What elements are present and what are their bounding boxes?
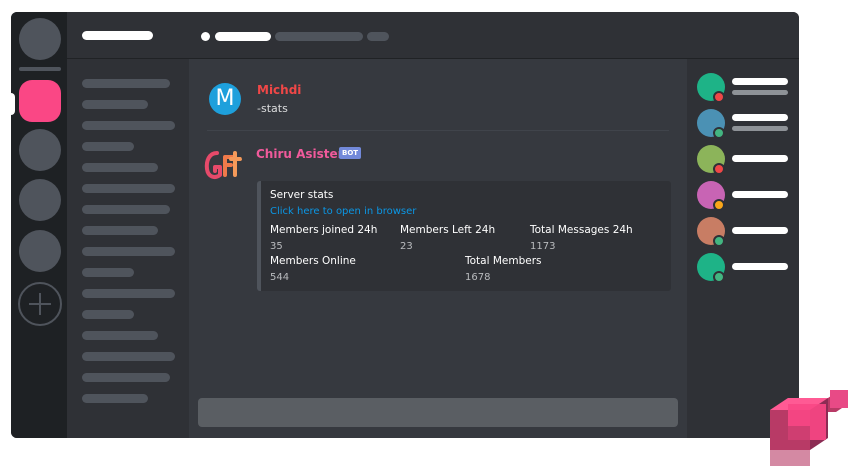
field-name: Total Members bbox=[465, 255, 542, 267]
channel-item[interactable] bbox=[82, 247, 175, 256]
embed-title: Server stats bbox=[270, 189, 334, 201]
field-name: Total Messages 24h bbox=[530, 224, 633, 236]
member-name-placeholder[interactable] bbox=[732, 114, 788, 121]
member-name-placeholder[interactable] bbox=[732, 78, 788, 85]
message-divider bbox=[207, 130, 669, 131]
chat-area: M Michdi -stats Chiru Asistente BOT Serv… bbox=[189, 59, 687, 438]
server-name-header[interactable] bbox=[67, 12, 189, 59]
channel-item[interactable] bbox=[82, 289, 175, 298]
bot-avatar-icon[interactable] bbox=[203, 145, 243, 185]
message-input[interactable] bbox=[198, 398, 678, 427]
channel-item[interactable] bbox=[82, 268, 134, 277]
member-name-placeholder[interactable] bbox=[732, 227, 788, 234]
server-icon-active[interactable] bbox=[19, 80, 61, 122]
app-window: M Michdi -stats Chiru Asistente BOT Serv… bbox=[11, 12, 799, 438]
decorative-cubes-icon bbox=[770, 390, 848, 466]
message-text: -stats bbox=[257, 102, 288, 115]
add-server-icon[interactable] bbox=[18, 282, 62, 326]
channel-item[interactable] bbox=[82, 226, 158, 235]
channel-item[interactable] bbox=[82, 352, 175, 361]
field-value: 1173 bbox=[530, 241, 556, 252]
member-name-placeholder[interactable] bbox=[732, 263, 788, 270]
channel-item[interactable] bbox=[82, 121, 175, 130]
status-online-icon bbox=[713, 127, 725, 139]
server-rail bbox=[11, 12, 67, 438]
server-icon[interactable] bbox=[19, 129, 61, 171]
server-name-placeholder bbox=[82, 31, 153, 40]
member-name-placeholder[interactable] bbox=[732, 191, 788, 198]
server-icon-home[interactable] bbox=[19, 18, 61, 60]
channel-item[interactable] bbox=[82, 205, 170, 214]
channel-item[interactable] bbox=[82, 184, 175, 193]
channel-topic-placeholder bbox=[367, 32, 389, 41]
member-activity-placeholder bbox=[732, 126, 788, 131]
channel-item[interactable] bbox=[82, 331, 158, 340]
channel-name-placeholder bbox=[215, 32, 271, 41]
field-value: 23 bbox=[400, 241, 413, 252]
status-online-icon bbox=[713, 235, 725, 247]
member-activity-placeholder bbox=[732, 90, 788, 95]
status-idle-icon bbox=[713, 199, 725, 211]
channel-item[interactable] bbox=[82, 100, 148, 109]
status-dnd-icon bbox=[713, 163, 725, 175]
field-name: Members Online bbox=[270, 255, 356, 267]
channel-topic-placeholder bbox=[275, 32, 363, 41]
channel-item[interactable] bbox=[82, 79, 170, 88]
channel-item[interactable] bbox=[82, 163, 158, 172]
server-icon[interactable] bbox=[19, 230, 61, 272]
member-name-placeholder[interactable] bbox=[732, 155, 788, 162]
field-name: Members Left 24h bbox=[400, 224, 496, 236]
status-dnd-icon bbox=[713, 91, 725, 103]
bot-badge: BOT bbox=[339, 147, 362, 159]
message-username[interactable]: Michdi bbox=[257, 83, 301, 97]
channel-header bbox=[189, 12, 799, 59]
active-server-indicator bbox=[11, 93, 15, 115]
stats-embed: Server stats Click here to open in brows… bbox=[257, 181, 671, 291]
channel-item[interactable] bbox=[82, 394, 148, 403]
server-separator bbox=[19, 67, 61, 71]
channel-item[interactable] bbox=[82, 373, 170, 382]
field-value: 544 bbox=[270, 272, 290, 283]
channel-list bbox=[67, 12, 189, 438]
field-name: Members joined 24h bbox=[270, 224, 378, 236]
server-icon[interactable] bbox=[19, 179, 61, 221]
user-avatar[interactable]: M bbox=[209, 83, 241, 115]
channel-item[interactable] bbox=[82, 142, 134, 151]
status-online-icon bbox=[713, 271, 725, 283]
channel-item[interactable] bbox=[82, 310, 134, 319]
field-value: 35 bbox=[270, 241, 283, 252]
field-value: 1678 bbox=[465, 272, 491, 283]
embed-link[interactable]: Click here to open in browser bbox=[270, 206, 416, 217]
channel-hash-icon bbox=[201, 32, 210, 41]
member-list bbox=[687, 59, 799, 438]
